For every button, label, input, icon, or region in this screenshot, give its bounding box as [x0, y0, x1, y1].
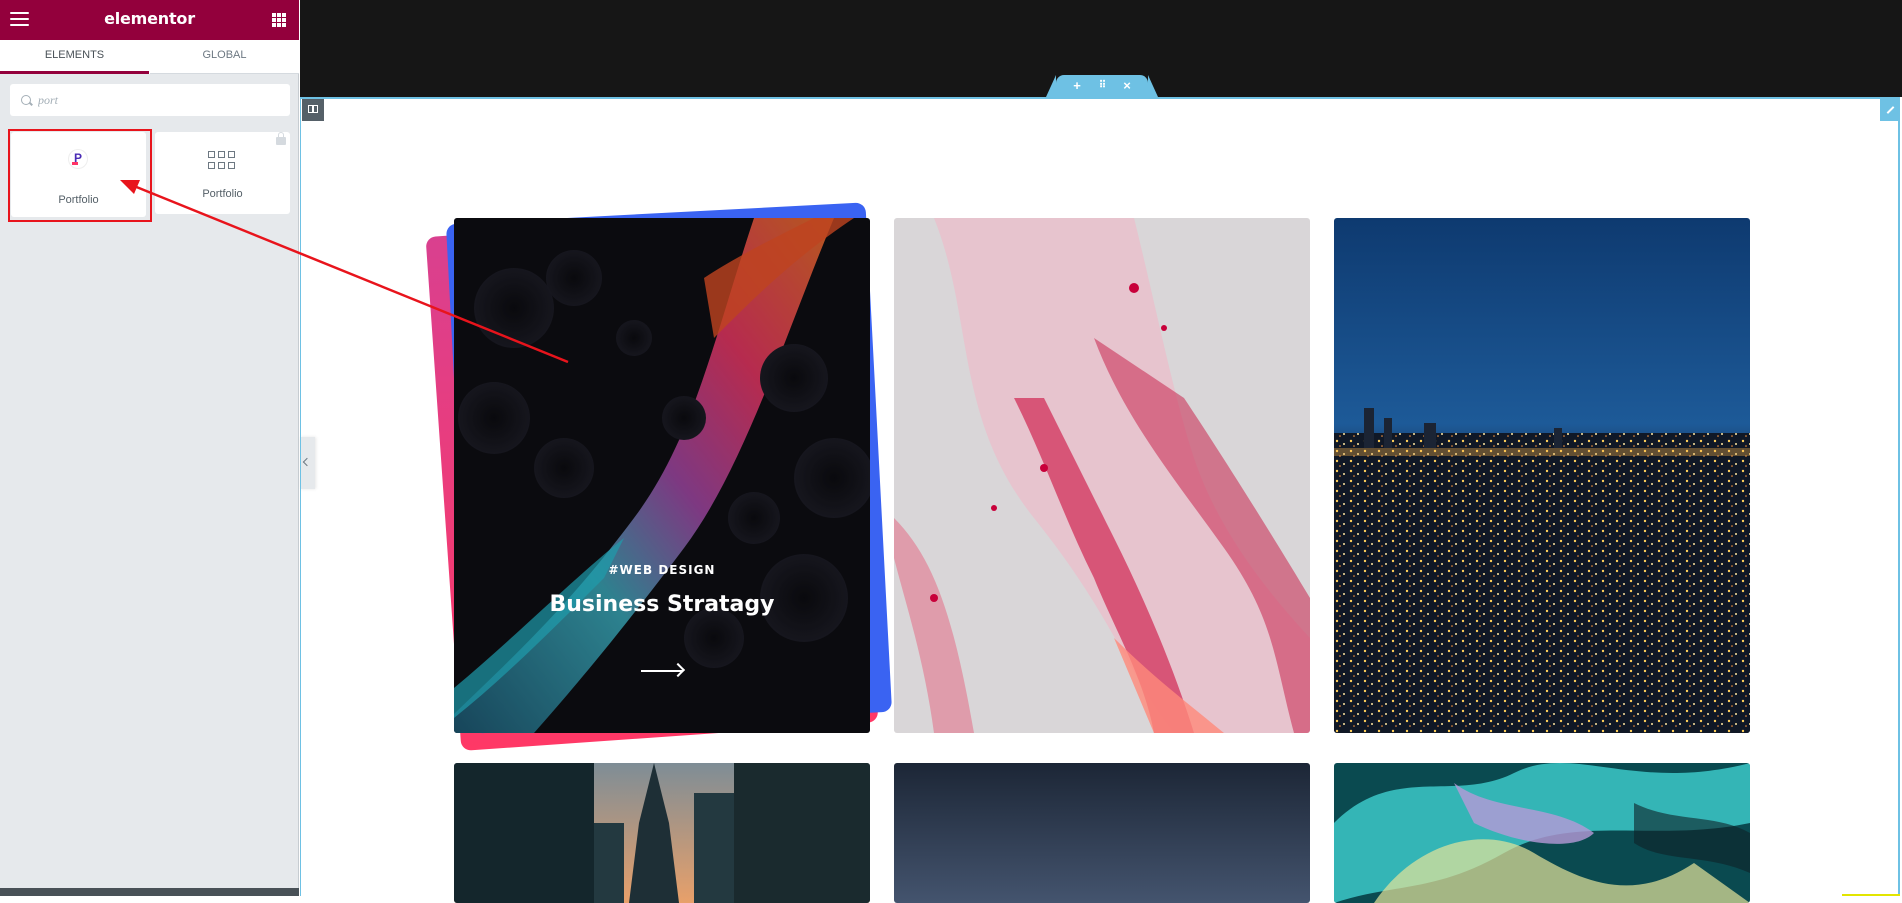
add-section-icon[interactable]: +: [1066, 77, 1088, 95]
panel-footer: [0, 888, 299, 896]
lock-icon: [276, 132, 286, 145]
tab-global[interactable]: GLOBAL: [150, 40, 299, 74]
widget-label: Portfolio: [202, 188, 243, 200]
widgets-grid-icon[interactable]: [272, 13, 286, 27]
elementor-logo: elementor: [104, 9, 195, 28]
holographic-waves-image: [1334, 763, 1750, 903]
portfolio-item[interactable]: [1334, 763, 1750, 903]
elementor-panel: elementor ELEMENTS GLOBAL P Portfolio Po…: [0, 0, 299, 896]
panel-header: elementor: [0, 0, 299, 40]
widget-search: [10, 84, 290, 116]
pink-marble-image: [894, 218, 1310, 733]
widget-portfolio-pro[interactable]: Portfolio: [155, 132, 290, 214]
abstract-fluid-image: [454, 218, 870, 733]
dark-blue-water-image: [894, 763, 1310, 903]
portfolio-p-icon: P: [69, 150, 87, 168]
search-icon: [21, 95, 31, 105]
portfolio-item[interactable]: [894, 763, 1310, 903]
portfolio-item-featured[interactable]: #WEB DESIGN Business Stratagy: [454, 218, 870, 733]
portfolio-item[interactable]: [1334, 218, 1750, 733]
city-night-image: [1334, 218, 1750, 733]
widget-label: Portfolio: [58, 194, 99, 206]
arrow-right-icon[interactable]: [641, 670, 683, 672]
collapse-panel-button[interactable]: [300, 437, 315, 489]
column-edit-icon[interactable]: [302, 99, 324, 121]
widget-edit-pencil-icon[interactable]: [1880, 99, 1900, 121]
portfolio-title: Business Stratagy: [549, 592, 775, 617]
grid-icon: [208, 151, 236, 169]
drag-section-icon[interactable]: ⠿: [1091, 77, 1113, 95]
tab-elements[interactable]: ELEMENTS: [0, 40, 149, 74]
portfolio-item[interactable]: [894, 218, 1310, 733]
portfolio-category: #WEB DESIGN: [608, 563, 716, 577]
widget-portfolio-premium[interactable]: P Portfolio: [11, 132, 146, 217]
section-handle: + ⠿ ×: [1046, 75, 1158, 97]
panel-tabs: ELEMENTS GLOBAL: [0, 40, 299, 74]
search-input[interactable]: [38, 90, 278, 110]
portfolio-item[interactable]: [454, 763, 870, 903]
delete-section-icon[interactable]: ×: [1116, 77, 1138, 95]
skyscrapers-image: [454, 763, 870, 903]
